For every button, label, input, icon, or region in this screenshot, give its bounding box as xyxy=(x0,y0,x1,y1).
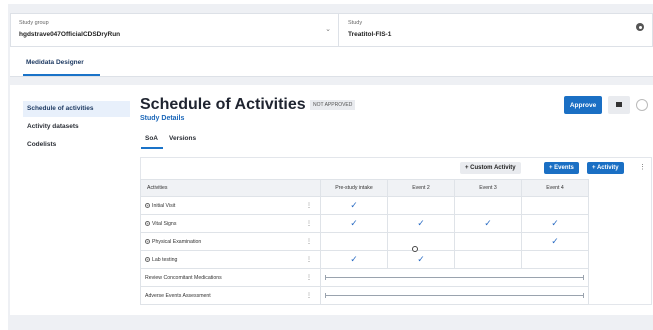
soa-table: Activities Pre-study intake Event 2 Even… xyxy=(140,179,589,305)
span-cell[interactable] xyxy=(320,268,589,287)
table-row: + Initial Visit ⋮ ✓ xyxy=(140,196,589,215)
page-title: Schedule of Activities xyxy=(140,96,306,113)
check-icon: ✓ xyxy=(417,254,425,264)
check-icon: ✓ xyxy=(350,218,358,228)
event-header[interactable]: Pre-study intake xyxy=(320,179,388,197)
study-group-select[interactable]: Study group hgdstrave047OfficialCDSDryRu… xyxy=(11,14,339,46)
event-header[interactable]: Event 2 xyxy=(387,179,455,197)
event-header[interactable]: Event 4 xyxy=(521,179,589,197)
span-line xyxy=(325,293,584,298)
check-icon: ✓ xyxy=(350,200,358,210)
history-icon[interactable] xyxy=(636,99,648,111)
study-label: Study xyxy=(348,20,363,26)
schedule-cell[interactable]: ✓ xyxy=(521,232,589,251)
schedule-cell[interactable]: ✓ xyxy=(320,196,388,215)
schedule-cell[interactable]: ✓ xyxy=(454,214,522,233)
expand-icon[interactable]: + xyxy=(145,202,150,208)
schedule-cell[interactable]: ✓ xyxy=(320,214,388,233)
span-cell[interactable] xyxy=(320,286,589,305)
study-group-label: Study group xyxy=(19,20,49,26)
study-select[interactable]: Study Treatitol-FIS-1 xyxy=(340,14,653,46)
gear-icon[interactable] xyxy=(636,23,644,31)
schedule-cell[interactable]: ✓ xyxy=(521,214,589,233)
add-events-button[interactable]: + Events xyxy=(544,162,579,174)
expand-icon[interactable]: + xyxy=(145,220,150,226)
sidebar-item-activity-datasets[interactable]: Activity datasets xyxy=(23,119,130,135)
row-menu-icon[interactable]: ⋮ xyxy=(306,256,312,263)
activity-cell[interactable]: + Lab testing ⋮ xyxy=(140,250,321,269)
app-header: Medidata Designer xyxy=(10,47,653,77)
schedule-cell[interactable] xyxy=(320,232,388,251)
table-row: + Lab testing ⋮ ✓ ✓ xyxy=(140,250,589,269)
row-menu-icon[interactable]: ⋮ xyxy=(306,220,312,227)
schedule-cell[interactable] xyxy=(387,232,455,251)
check-icon: ✓ xyxy=(551,218,559,228)
activity-cell[interactable]: + Physical Examination ⋮ xyxy=(140,232,321,251)
chevron-down-icon[interactable]: ⌄ xyxy=(325,25,331,33)
custom-activity-button[interactable]: + Custom Activity xyxy=(460,162,521,174)
check-icon: ✓ xyxy=(417,218,425,228)
schedule-cell[interactable]: ✓ xyxy=(320,250,388,269)
row-menu-icon[interactable]: ⋮ xyxy=(306,238,312,245)
activity-name: Lab testing xyxy=(152,256,178,263)
active-tab-underline xyxy=(23,74,100,76)
schedule-cell[interactable]: ✓ xyxy=(387,250,455,269)
span-line xyxy=(325,275,584,280)
activities-header: Activities xyxy=(140,179,321,197)
activity-name: Review Concomitant Medications xyxy=(145,274,222,281)
schedule-cell[interactable] xyxy=(387,196,455,215)
schedule-cell[interactable] xyxy=(454,250,522,269)
activity-cell[interactable]: + Initial Visit ⋮ xyxy=(140,196,321,215)
activity-cell[interactable]: Review Concomitant Medications ⋮ xyxy=(140,268,321,287)
status-badge: NOT APPROVED xyxy=(310,100,356,110)
schedule-cell[interactable] xyxy=(521,196,589,215)
context-selector-bar: Study group hgdstrave047OfficialCDSDryRu… xyxy=(10,13,653,47)
sidebar-item-schedule-of-activities[interactable]: Schedule of activities xyxy=(23,101,130,117)
sidebar-item-codelists[interactable]: Codelists xyxy=(23,137,130,153)
tab-versions[interactable]: Versions xyxy=(169,135,196,142)
table-row: Adverse Events Assessment ⋮ xyxy=(140,286,589,305)
approve-button[interactable]: Approve xyxy=(564,96,602,114)
tab-medidata-designer[interactable]: Medidata Designer xyxy=(26,59,84,66)
tab-soa[interactable]: SoA xyxy=(145,135,158,142)
row-menu-icon[interactable]: ⋮ xyxy=(306,274,312,281)
activity-name: Physical Examination xyxy=(152,238,202,245)
comment-icon[interactable] xyxy=(608,96,630,114)
row-menu-icon[interactable]: ⋮ xyxy=(306,292,312,299)
check-icon: ✓ xyxy=(551,236,559,246)
mouse-cursor xyxy=(412,246,418,252)
add-activity-button[interactable]: + Activity xyxy=(587,162,624,174)
schedule-cell[interactable] xyxy=(454,196,522,215)
table-row: + Vital Signs ⋮ ✓ ✓ ✓ ✓ xyxy=(140,214,589,233)
expand-icon[interactable]: + xyxy=(145,256,150,262)
activity-name: Vital Signs xyxy=(152,220,177,227)
table-row: Review Concomitant Medications ⋮ xyxy=(140,268,589,287)
schedule-cell[interactable] xyxy=(454,232,522,251)
activity-name: Initial Visit xyxy=(152,202,176,209)
row-menu-icon[interactable]: ⋮ xyxy=(306,202,312,209)
check-icon: ✓ xyxy=(484,218,492,228)
activity-cell[interactable]: Adverse Events Assessment ⋮ xyxy=(140,286,321,305)
check-icon: ✓ xyxy=(350,254,358,264)
table-row: + Physical Examination ⋮ ✓ xyxy=(140,232,589,251)
schedule-cell[interactable] xyxy=(521,250,589,269)
schedule-cell[interactable]: ✓ xyxy=(387,214,455,233)
active-tab-underline xyxy=(141,147,163,149)
study-value: Treatitol-FIS-1 xyxy=(348,31,392,38)
event-header[interactable]: Event 3 xyxy=(454,179,522,197)
table-header-row: Activities Pre-study intake Event 2 Even… xyxy=(140,179,589,197)
activity-name: Adverse Events Assessment xyxy=(145,292,211,299)
activity-cell[interactable]: + Vital Signs ⋮ xyxy=(140,214,321,233)
more-options-icon[interactable]: ⋮ xyxy=(639,163,646,171)
expand-icon[interactable]: + xyxy=(145,238,150,244)
study-group-value: hgdstrave047OfficialCDSDryRun xyxy=(19,31,121,38)
study-details-link[interactable]: Study Details xyxy=(140,115,184,122)
